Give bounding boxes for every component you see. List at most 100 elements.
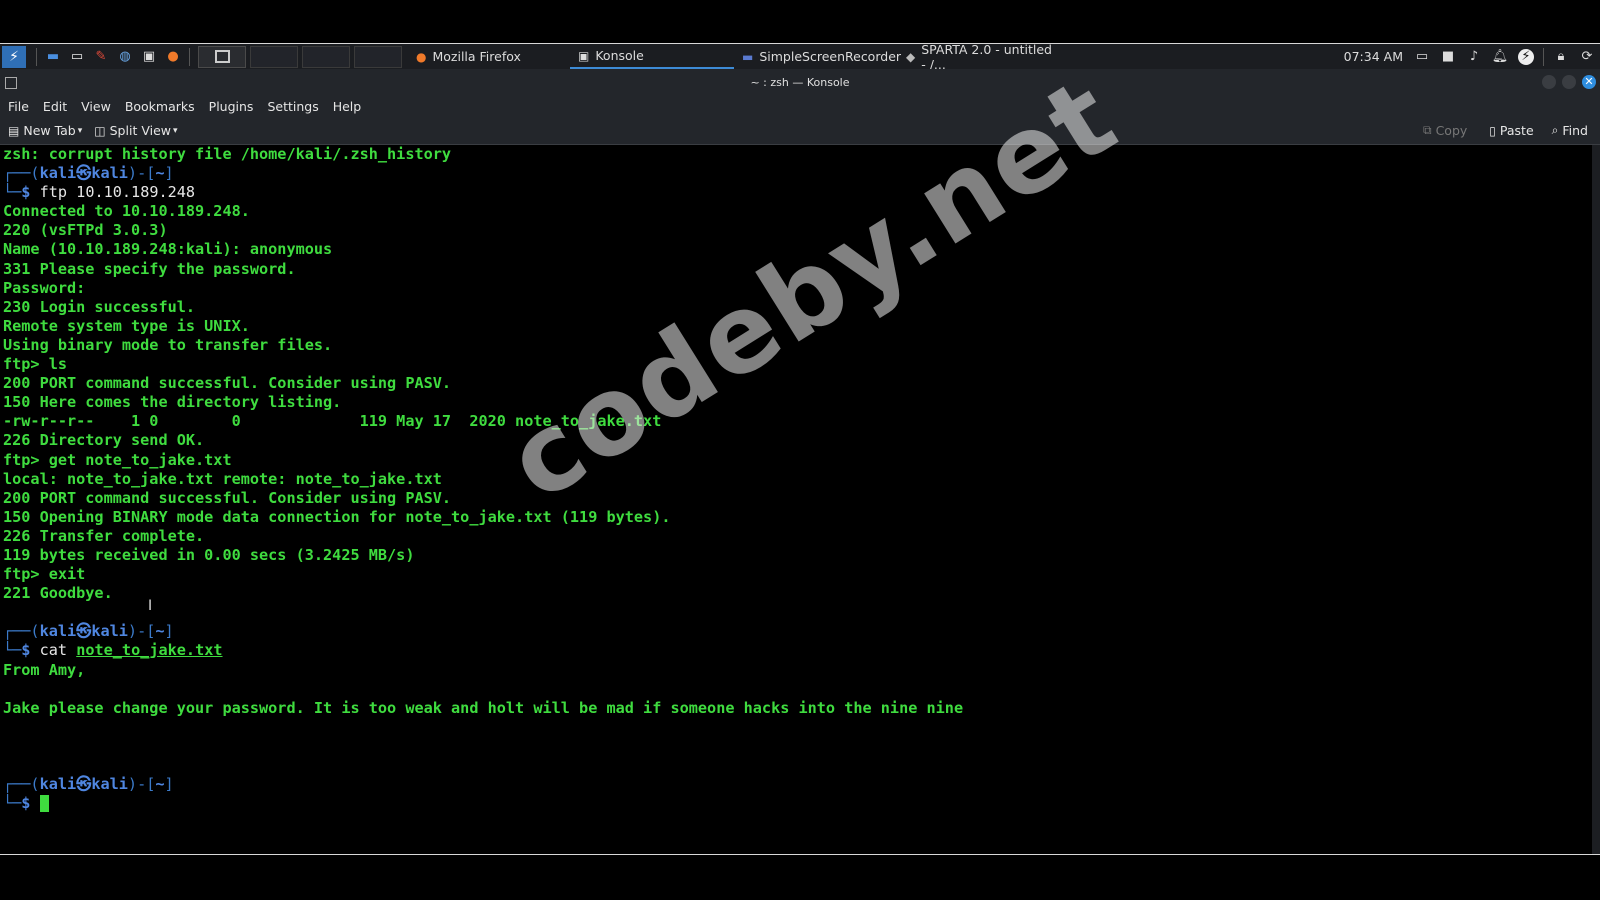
prompt-frame: └─ xyxy=(3,641,22,660)
paste-button[interactable]: ▯ Paste xyxy=(1485,123,1537,138)
menu-edit[interactable]: Edit xyxy=(37,99,73,114)
konsole-icon: ▣ xyxy=(578,48,590,63)
task-simplescreenrecorder[interactable]: ▬ SimpleScreenRecorder xyxy=(734,44,902,69)
lock-icon[interactable]: 🔒︎ xyxy=(1553,49,1569,65)
command-argument: note_to_jake.txt xyxy=(76,641,223,660)
prompt-line: ┌──(kali㉿kali)-[~] xyxy=(0,164,1592,183)
terminal-line: From Amy, xyxy=(3,660,86,679)
window-titlebar[interactable]: ~ : zsh — Konsole ✕ xyxy=(0,69,1600,96)
letterbox-bottom xyxy=(0,855,1600,900)
prompt-user: kali㉿kali xyxy=(39,775,128,794)
copy-button[interactable]: ⧉ Copy xyxy=(1419,123,1471,138)
firefox-icon: ● xyxy=(416,49,427,64)
window-pin-icon[interactable] xyxy=(5,77,17,89)
minimize-button[interactable] xyxy=(1542,75,1556,89)
sparta-icon: ◆ xyxy=(906,49,916,64)
terminal-line: Name (10.10.189.248:kali): anonymous xyxy=(3,240,333,259)
prompt-user: kali㉿kali xyxy=(39,622,128,641)
chevron-down-icon[interactable]: ▾ xyxy=(173,126,178,136)
new-tab-label: New Tab xyxy=(23,123,76,138)
menu-view[interactable]: View xyxy=(75,99,117,114)
camera-icon[interactable]: ■ xyxy=(1440,49,1456,65)
menu-help[interactable]: Help xyxy=(327,99,368,114)
refresh-icon[interactable]: ⟳ xyxy=(1579,49,1595,65)
menubar: File Edit View Bookmarks Plugins Setting… xyxy=(0,96,1600,117)
command-line[interactable]: └─$ xyxy=(0,794,1592,813)
ftp-output: Connected to 10.10.189.248. 220 (vsFTPd 3… xyxy=(0,202,1592,603)
window-title: ~ : zsh — Konsole xyxy=(750,76,850,89)
taskbar-separator xyxy=(189,47,190,66)
menu-settings[interactable]: Settings xyxy=(261,99,324,114)
new-tab-button[interactable]: ▤ New Tab ▾ xyxy=(4,123,86,138)
prompt-frame: ] xyxy=(164,164,174,183)
prompt-frame: └─ xyxy=(3,794,22,813)
text-editor-icon[interactable]: ✎ xyxy=(93,49,109,65)
prompt-frame: ] xyxy=(164,622,174,641)
task-label: Mozilla Firefox xyxy=(432,49,521,64)
terminal-icon[interactable]: ▣ xyxy=(141,49,157,65)
workspace-window-icon xyxy=(214,50,230,63)
text-cursor xyxy=(39,795,49,813)
desktop-icon[interactable]: ▬ xyxy=(45,49,61,65)
firefox-icon[interactable]: ● xyxy=(165,49,181,65)
menu-file[interactable]: File xyxy=(2,99,35,114)
terminal-line: 200 PORT command successful. Consider us… xyxy=(3,374,452,393)
prompt-frame: └─ xyxy=(3,183,22,202)
find-button[interactable]: ⌕ Find xyxy=(1548,123,1592,138)
terminal-view[interactable]: zsh: corrupt history file /home/kali/.zs… xyxy=(0,145,1592,854)
prompt-frame: ┌──( xyxy=(3,164,40,183)
task-konsole[interactable]: ▣ Konsole xyxy=(570,44,734,69)
prompt-symbol: $ xyxy=(21,641,31,660)
terminal-line: 220 (vsFTPd 3.0.3) xyxy=(3,221,168,240)
task-label: SimpleScreenRecorder xyxy=(759,49,902,64)
terminal-line: Connected to 10.10.189.248. xyxy=(3,202,250,221)
terminal-scrollbar[interactable] xyxy=(1592,145,1600,854)
prompt-user: kali㉿kali xyxy=(39,164,128,183)
workspace-3[interactable] xyxy=(302,45,350,68)
task-sparta[interactable]: ◆ SPARTA 2.0 - untitled - /... xyxy=(898,42,1068,72)
prompt-line: ┌──(kali㉿kali)-[~] xyxy=(0,775,1592,794)
kali-menu-icon[interactable]: ⚡ xyxy=(2,45,26,68)
copy-label: Copy xyxy=(1435,123,1468,138)
paste-icon: ▯ xyxy=(1489,123,1496,138)
prompt-dir: ~ xyxy=(155,164,165,183)
task-firefox[interactable]: ● Mozilla Firefox xyxy=(408,44,570,69)
file-manager-icon[interactable]: ▭ xyxy=(69,49,85,65)
terminal-line: 226 Transfer complete. xyxy=(3,526,205,545)
terminal-line: zsh: corrupt history file /home/kali/.zs… xyxy=(3,145,452,163)
terminal-line: 221 Goodbye. xyxy=(3,584,113,603)
prompt-line: ┌──(kali㉿kali)-[~] xyxy=(0,622,1592,641)
paste-label: Paste xyxy=(1499,123,1534,138)
menu-bookmarks[interactable]: Bookmarks xyxy=(119,99,201,114)
power-icon[interactable]: ⚡ xyxy=(1518,48,1534,65)
close-button[interactable]: ✕ xyxy=(1582,75,1596,89)
maximize-button[interactable] xyxy=(1562,75,1576,89)
copy-icon: ⧉ xyxy=(1422,123,1432,137)
terminal-line: 150 Here comes the directory listing. xyxy=(3,393,342,412)
terminal-line: Using binary mode to transfer files. xyxy=(3,335,333,354)
terminal-line: 119 bytes received in 0.00 secs (3.2425 … xyxy=(3,545,415,564)
chevron-down-icon[interactable]: ▾ xyxy=(78,126,83,136)
letterbox-top xyxy=(0,0,1600,43)
workspace-4[interactable] xyxy=(354,45,402,68)
split-view-button[interactable]: ◫ Split View ▾ xyxy=(90,123,181,138)
notification-bell-icon[interactable]: 🔔︎ xyxy=(1492,49,1509,65)
terminal-line: -rw-r--r-- 1 0 0 119 May 17 2020 note_to… xyxy=(3,412,662,431)
volume-icon[interactable]: ♪ xyxy=(1466,49,1482,65)
new-tab-icon: ▤ xyxy=(8,123,20,138)
workspace-1[interactable] xyxy=(198,45,246,68)
clock[interactable]: 07:34 AM xyxy=(1344,49,1403,64)
terminal-line: ftp> ls xyxy=(3,355,68,374)
prompt-symbol: $ xyxy=(21,794,31,813)
search-icon: ⌕ xyxy=(1551,123,1559,137)
screen-icon[interactable]: ▭ xyxy=(1414,49,1430,65)
command-line: └─$ cat note_to_jake.txt xyxy=(0,641,1592,660)
browser-globe-icon[interactable]: ◍ xyxy=(117,49,133,65)
workspace-2[interactable] xyxy=(250,45,298,68)
terminal-line: Jake please change your password. It is … xyxy=(3,698,964,717)
menu-plugins[interactable]: Plugins xyxy=(203,99,260,114)
window-controls: ✕ xyxy=(1536,75,1596,89)
